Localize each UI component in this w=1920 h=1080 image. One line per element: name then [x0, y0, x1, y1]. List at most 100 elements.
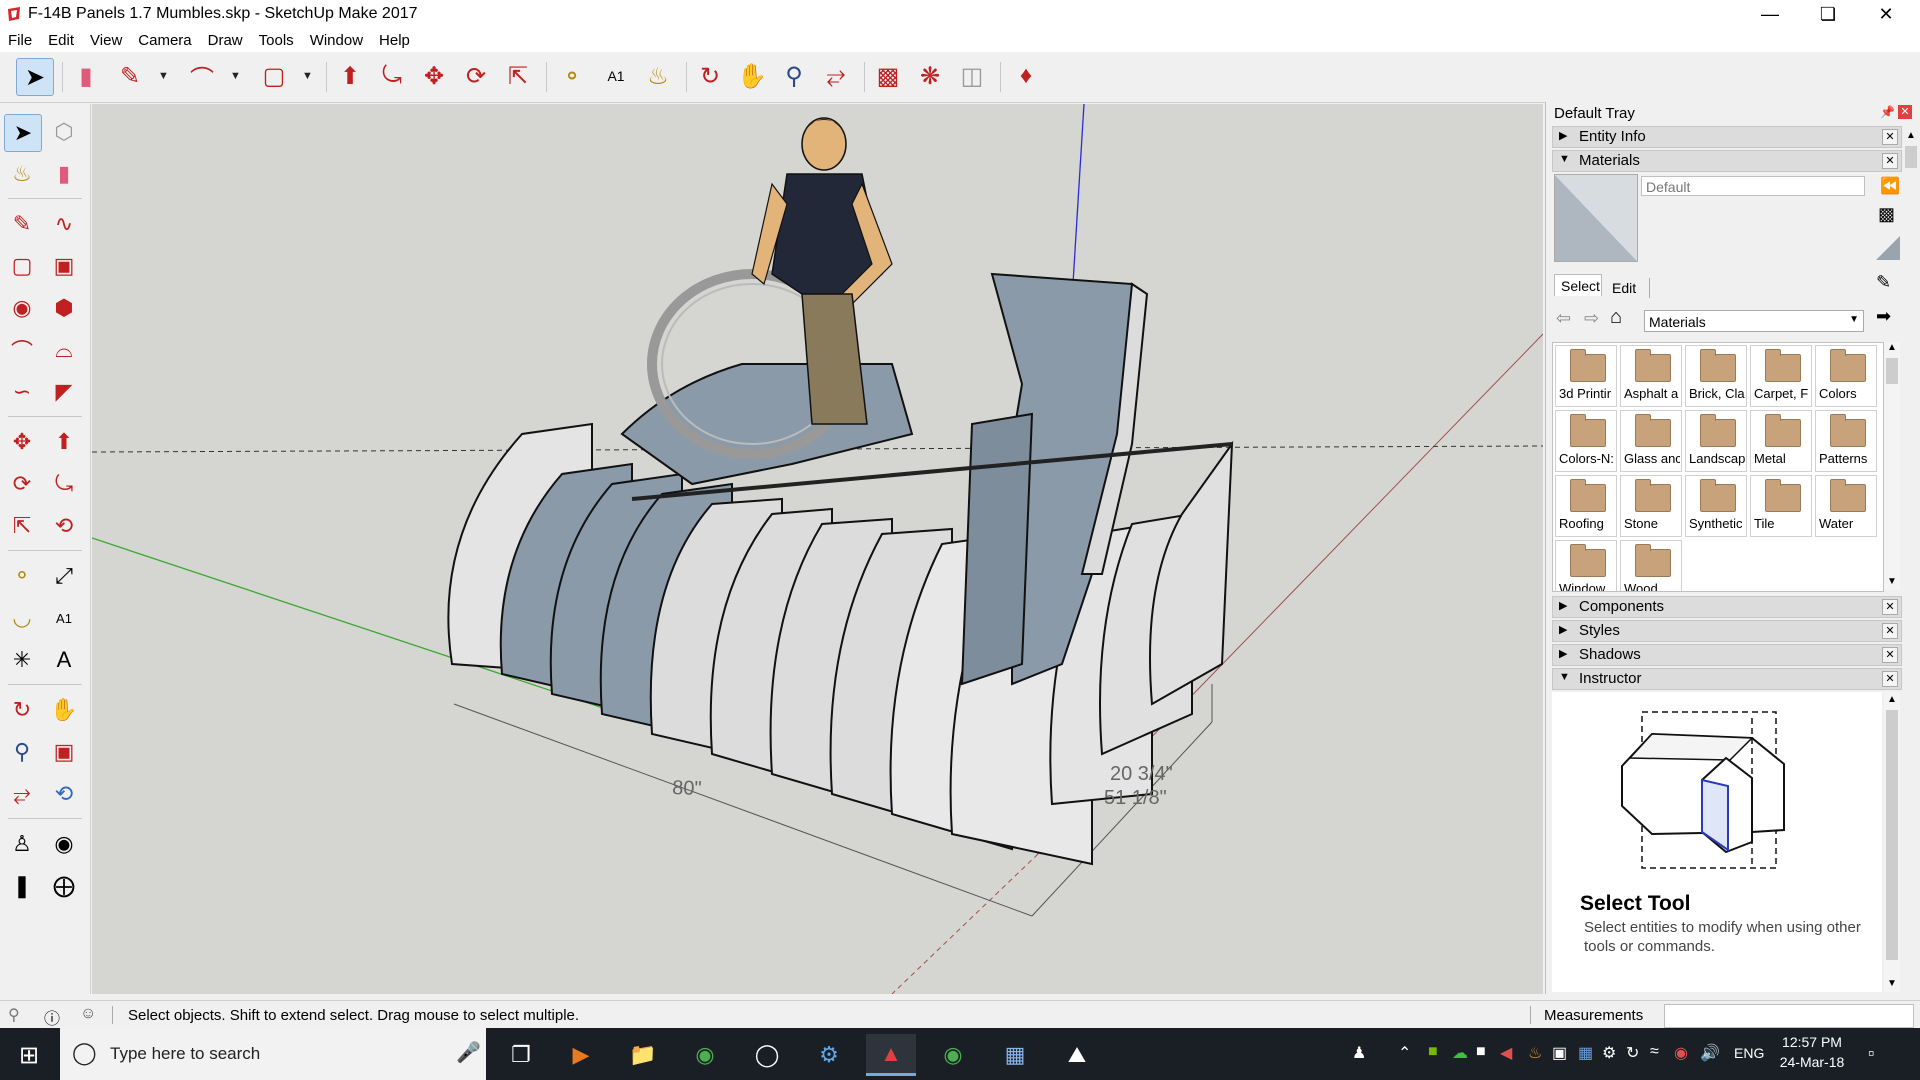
- material-preview[interactable]: [1554, 174, 1638, 262]
- microphone-icon[interactable]: 🎤: [456, 1040, 481, 1065]
- arc-tool-button[interactable]: ⌒: [184, 58, 220, 94]
- pie-tool-button[interactable]: ◤: [46, 374, 82, 410]
- rotate-tool-button[interactable]: ⟳: [4, 466, 40, 502]
- move-tool-button[interactable]: ✥: [416, 58, 452, 94]
- three-point-arc-button[interactable]: ∽: [4, 374, 40, 410]
- material-grid-scrollbar[interactable]: ▲ ▼: [1884, 342, 1900, 590]
- material-item[interactable]: Metal: [1750, 410, 1812, 472]
- instructor-scrollbar[interactable]: ▲ ▼: [1884, 692, 1900, 992]
- sample-paint-icon[interactable]: ✎: [1876, 272, 1891, 293]
- close-button[interactable]: ✕: [1858, 0, 1914, 28]
- push-pull-tool-button[interactable]: ⬆: [332, 58, 368, 94]
- tab-edit[interactable]: Edit: [1606, 278, 1650, 298]
- push-pull-tool-button[interactable]: ⬆: [46, 424, 82, 460]
- eraser-button[interactable]: ▮: [46, 156, 82, 192]
- zoom-tool-button[interactable]: ⚲: [4, 734, 40, 770]
- scroll-thumb[interactable]: [1886, 358, 1898, 384]
- previous-view-button[interactable]: ⟲: [46, 776, 82, 812]
- axes-tool-button[interactable]: ✳: [4, 642, 40, 678]
- make-component-button[interactable]: ⬡: [46, 114, 82, 150]
- rotated-rectangle-button[interactable]: ▣: [46, 248, 82, 284]
- arc-tool-button[interactable]: ⌒: [4, 332, 40, 368]
- material-item[interactable]: Colors-N:: [1555, 410, 1617, 472]
- extension-manager-button[interactable]: ♦: [1008, 58, 1044, 94]
- clock[interactable]: 12:57 PM 24-Mar-18: [1776, 1034, 1848, 1070]
- pencil-dropdown[interactable]: ▼: [158, 70, 169, 82]
- menu-help[interactable]: Help: [371, 28, 418, 52]
- material-item[interactable]: Stone: [1620, 475, 1682, 537]
- people-icon[interactable]: ♟: [1352, 1043, 1366, 1063]
- follow-me-tool-button[interactable]: ⤿: [374, 58, 410, 94]
- chrome-tray-icon[interactable]: ◉: [1674, 1043, 1688, 1063]
- material-item[interactable]: Glass anc: [1620, 410, 1682, 472]
- pan-tool-button[interactable]: ✋: [734, 58, 770, 94]
- gpu-icon[interactable]: ■: [1476, 1043, 1486, 1061]
- two-point-arc-button[interactable]: ⌓: [46, 332, 82, 368]
- scroll-thumb[interactable]: [1886, 710, 1898, 960]
- 3d-warehouse-button[interactable]: ▩: [870, 58, 906, 94]
- zoom-extents-button[interactable]: ⥂: [4, 776, 40, 812]
- nvidia-icon[interactable]: ■: [1428, 1043, 1438, 1061]
- tab-select[interactable]: Select: [1554, 274, 1602, 296]
- close-icon[interactable]: ✕: [1882, 647, 1898, 663]
- styles-header[interactable]: ▶ Styles ✕: [1552, 620, 1902, 642]
- forward-arrow-icon[interactable]: ⇨: [1584, 308, 1599, 329]
- material-item[interactable]: 3d Printir: [1555, 345, 1617, 407]
- chrome-taskbar-button-2[interactable]: ◉: [928, 1034, 978, 1076]
- material-item[interactable]: Asphalt a: [1620, 345, 1682, 407]
- home-icon[interactable]: ⌂: [1610, 306, 1622, 329]
- menu-draw[interactable]: Draw: [200, 28, 251, 52]
- material-item[interactable]: Tile: [1750, 475, 1812, 537]
- select-tool-button[interactable]: ➤: [16, 58, 54, 96]
- material-item[interactable]: Water: [1815, 475, 1877, 537]
- zoom-tool-button[interactable]: ⚲: [776, 58, 812, 94]
- paint-bucket-tool-button[interactable]: ♨: [640, 58, 676, 94]
- menu-camera[interactable]: Camera: [130, 28, 199, 52]
- look-around-button[interactable]: ◉: [46, 826, 82, 862]
- rectangle-tool-button[interactable]: ▢: [256, 58, 292, 94]
- back-arrow-icon[interactable]: ⇦: [1556, 308, 1571, 329]
- scroll-up-icon[interactable]: ▲: [1906, 130, 1916, 141]
- shadows-header[interactable]: ▶ Shadows ✕: [1552, 644, 1902, 666]
- show-hidden-icons-chevron[interactable]: ⌃: [1398, 1043, 1411, 1063]
- details-arrow-icon[interactable]: ➡: [1876, 306, 1891, 327]
- line-tool-button[interactable]: ✎: [4, 206, 40, 242]
- maximize-button[interactable]: ❏: [1800, 0, 1856, 28]
- walk-tool-button[interactable]: ❚: [4, 868, 40, 904]
- position-camera-button[interactable]: ♙: [4, 826, 40, 862]
- protractor-tool-button[interactable]: ◡: [4, 600, 40, 636]
- display-secondary-pane-icon[interactable]: ▩: [1878, 204, 1895, 225]
- tray-scrollbar[interactable]: ▲: [1904, 128, 1918, 994]
- default-material-icon[interactable]: [1876, 236, 1900, 260]
- info-icon[interactable]: ⓘ: [44, 1005, 60, 1029]
- sketchup-taskbar-button[interactable]: ▲: [866, 1034, 916, 1076]
- volume-icon[interactable]: 🔊: [1700, 1043, 1720, 1063]
- material-item[interactable]: Colors: [1815, 345, 1877, 407]
- scroll-thumb[interactable]: [1905, 146, 1917, 168]
- menu-view[interactable]: View: [82, 28, 130, 52]
- menu-edit[interactable]: Edit: [40, 28, 82, 52]
- scroll-down-icon[interactable]: ▼: [1887, 576, 1897, 587]
- steam-tray-icon[interactable]: ⚙: [1602, 1043, 1616, 1063]
- search-box[interactable]: ◯ Type here to search 🎤: [60, 1028, 486, 1080]
- circle-tool-button[interactable]: ◉: [4, 290, 40, 326]
- entity-info-header[interactable]: ▶ Entity Info ✕: [1552, 126, 1902, 148]
- close-icon[interactable]: ✕: [1882, 153, 1898, 169]
- arc-dropdown[interactable]: ▼: [230, 70, 241, 82]
- material-item[interactable]: Window: [1555, 540, 1617, 591]
- editor-taskbar-button[interactable]: ▦: [990, 1034, 1040, 1076]
- create-material-icon[interactable]: ⏪: [1880, 176, 1900, 196]
- dimension-tool-button[interactable]: ⤢: [46, 558, 82, 594]
- close-icon[interactable]: ✕: [1882, 671, 1898, 687]
- extension-warehouse-button[interactable]: ❋: [912, 58, 948, 94]
- tape-measure-tool-button[interactable]: ⚬: [554, 58, 590, 94]
- rectangle-dropdown[interactable]: ▼: [302, 70, 313, 82]
- send-to-layout-button[interactable]: ◫: [954, 58, 990, 94]
- close-icon[interactable]: ✕: [1882, 599, 1898, 615]
- tape-measure-button[interactable]: ⚬: [4, 558, 40, 594]
- material-name-field[interactable]: Default: [1641, 176, 1865, 196]
- select-tool-button[interactable]: ➤: [4, 114, 42, 152]
- audio-device-icon[interactable]: ◀: [1500, 1043, 1512, 1063]
- menu-tools[interactable]: Tools: [251, 28, 302, 52]
- material-library-select[interactable]: Materials ▼: [1644, 310, 1864, 332]
